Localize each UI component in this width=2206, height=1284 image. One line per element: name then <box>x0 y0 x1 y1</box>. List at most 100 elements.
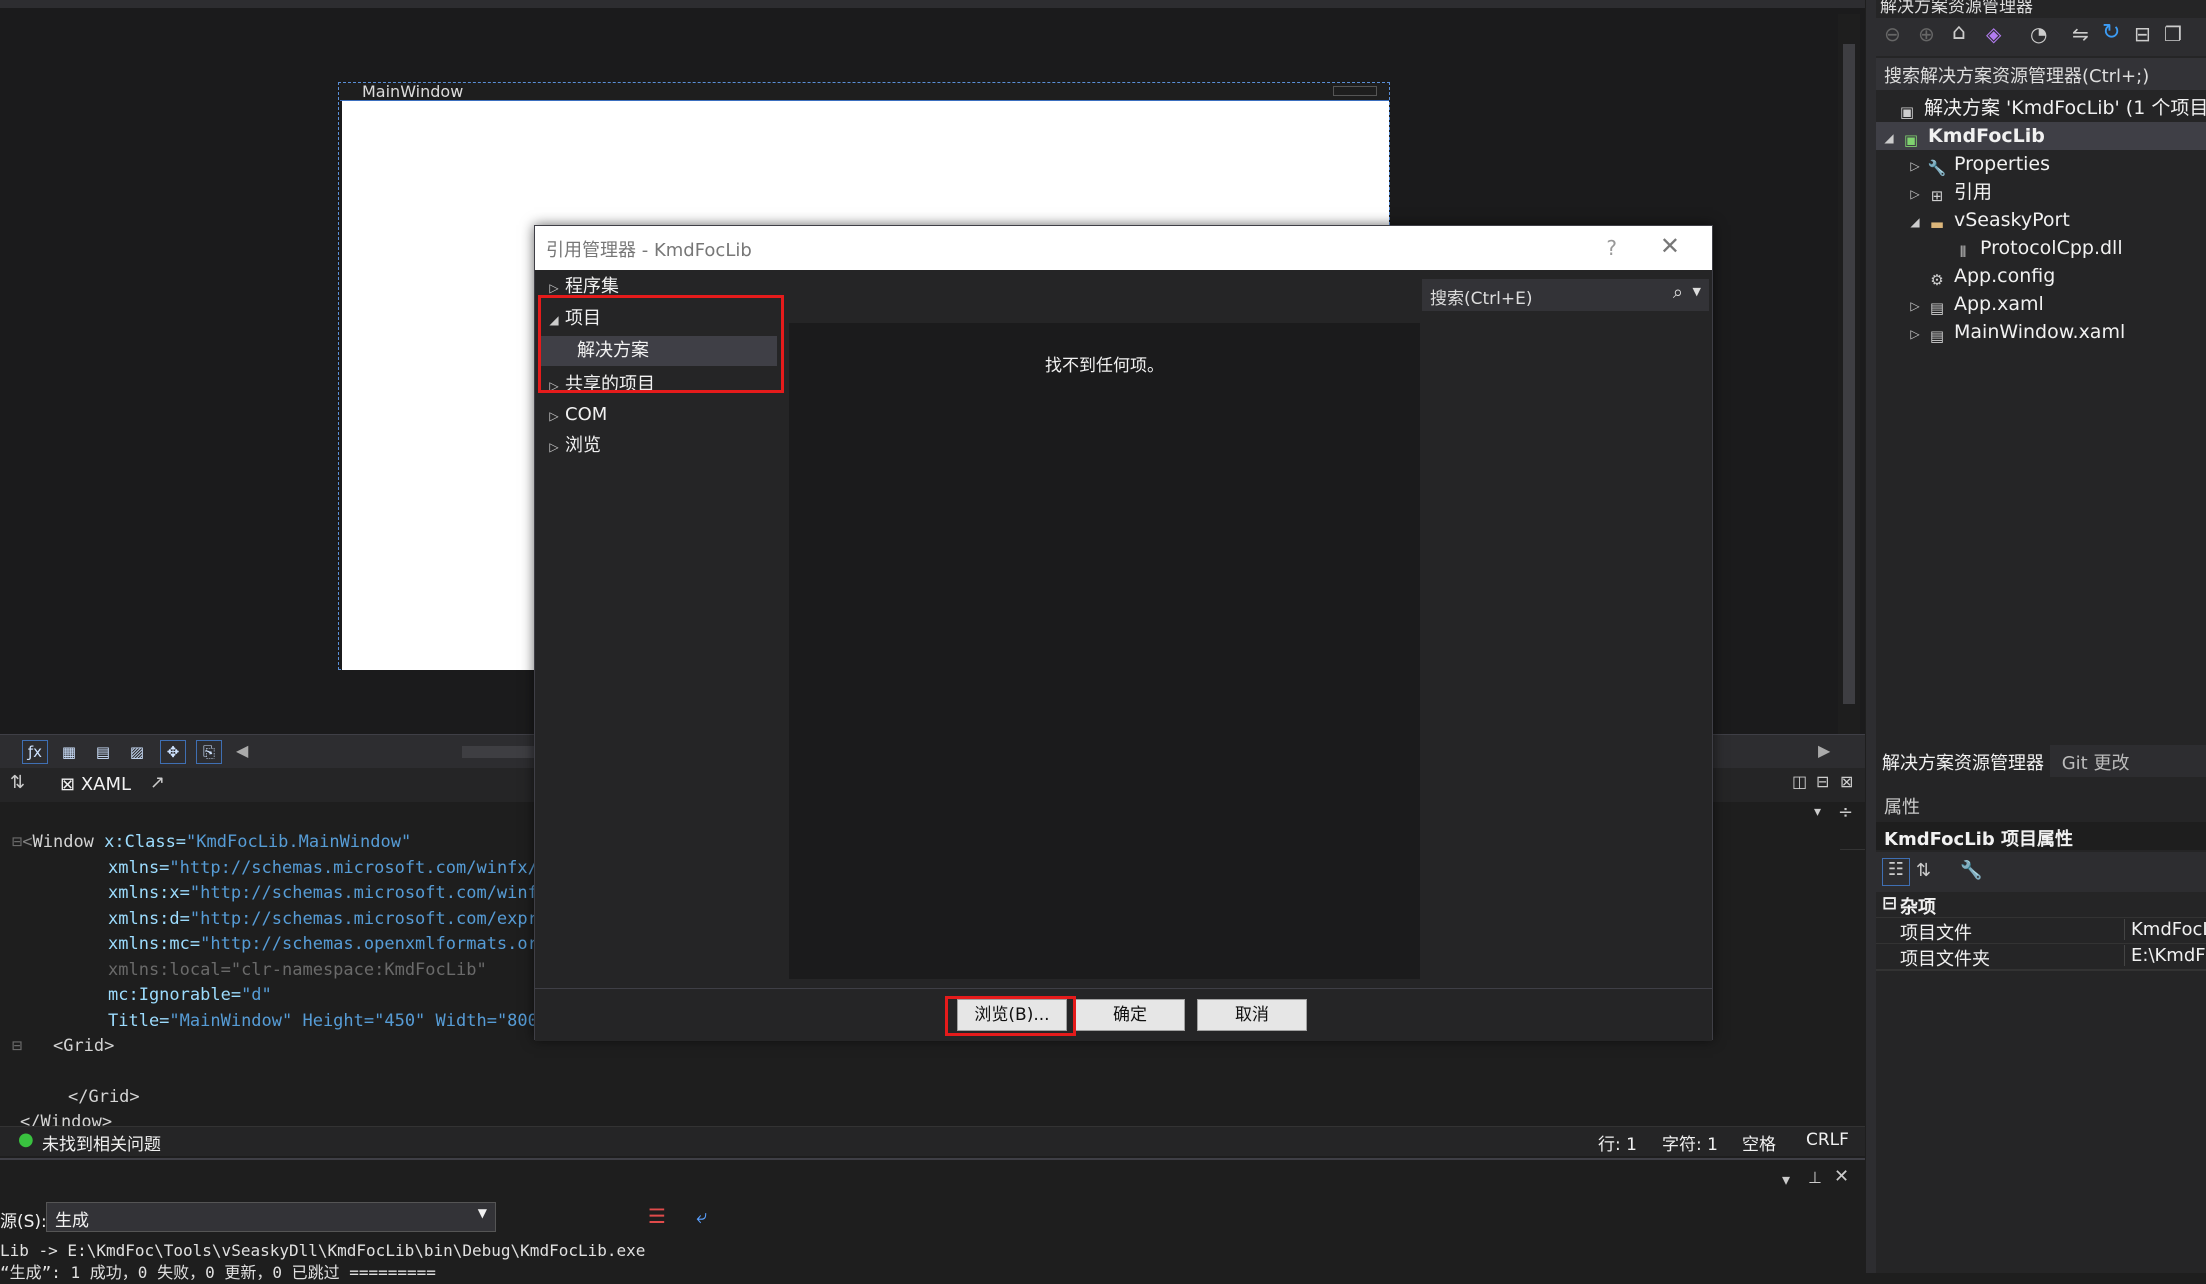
tree-item-mainwindow[interactable]: ▷ ▤ MainWindow.xaml <box>1876 318 2206 346</box>
forward-icon[interactable]: ⊕ <box>1918 22 1935 46</box>
nav-com[interactable]: ▷ COM <box>545 400 607 430</box>
property-pages-icon[interactable]: 🔧 <box>1960 860 1982 881</box>
vs-switch-view-icon[interactable]: ◈ <box>1986 22 2001 46</box>
output-source-value: 生成 <box>55 1211 89 1231</box>
word-wrap-icon[interactable]: ⤶ <box>696 1204 707 1228</box>
output-line: “生成”: 1 成功，0 失败，0 更新，0 已跳过 ========= <box>0 1263 436 1282</box>
tab-solution-explorer[interactable]: 解决方案资源管理器 <box>1876 745 2050 779</box>
snap-grid-icon[interactable]: ▤ <box>90 740 116 764</box>
sync-icon[interactable]: ⇋ <box>2072 22 2089 46</box>
nav-browse[interactable]: ▷ 浏览 <box>545 431 601 461</box>
tree-item-appxaml[interactable]: ▷ ▤ App.xaml <box>1876 290 2206 318</box>
window-caption-buttons-icon <box>1333 86 1377 96</box>
collapse-pane-icon[interactable]: ⊠ <box>1840 772 1853 791</box>
chevron-down-icon[interactable]: ▼ <box>1693 285 1701 298</box>
properties-grid: ⊟杂项 项目文件 KmdFocL 项目文件夹 E:\KmdFo <box>1876 892 2206 970</box>
property-category[interactable]: ⊟ 杂项 <box>1876 892 2206 918</box>
grid-icon[interactable]: ▦ <box>56 740 82 764</box>
reference-list[interactable]: 找不到任何项。 <box>789 323 1420 979</box>
horizontal-scroll-thumb[interactable] <box>462 746 537 758</box>
tree-item-folder[interactable]: ◢ ▬ vSeaskyPort <box>1876 206 2206 234</box>
tree-item-solution[interactable]: ▣ 解决方案 'KmdFocLib' (1 个项目, <box>1876 94 2206 122</box>
xaml-file-icon: ▤ <box>1929 299 1945 317</box>
reference-search-input[interactable]: 搜索(Ctrl+E) ⌕ ▼ <box>1422 279 1709 311</box>
swap-panes-icon[interactable]: ⇅ <box>10 772 25 793</box>
close-icon[interactable]: ✕ <box>1660 232 1680 260</box>
expanded-arrow-icon[interactable]: ◢ <box>1904 208 1926 236</box>
output-text: Lib -> E:\KmdFoc\Tools\vSeaskyDll\KmdFoc… <box>0 1240 645 1284</box>
tree-item-label: 引用 <box>1954 181 1993 203</box>
split-horizontal-icon[interactable]: ⊟ <box>1816 772 1829 791</box>
references-icon: ⊞ <box>1930 187 1944 205</box>
property-key: 项目文件夹 <box>1900 949 1990 970</box>
empty-message: 找不到任何项。 <box>1045 356 1164 376</box>
dialog-titlebar[interactable]: 引用管理器 - KmdFocLib ? ✕ <box>535 226 1712 270</box>
spaces-indicator[interactable]: 空格 <box>1742 1130 1776 1155</box>
code-line: </Grid> <box>68 1087 140 1107</box>
categorized-icon[interactable]: ☷ <box>1882 858 1910 886</box>
cancel-button[interactable]: 取消 <box>1197 999 1307 1031</box>
help-icon[interactable]: ? <box>1606 236 1617 260</box>
panel-splitter[interactable] <box>1866 0 1876 1273</box>
show-all-files-icon[interactable]: ❐ <box>2164 22 2182 46</box>
alphabetical-icon[interactable]: ⇅ <box>1916 860 1931 881</box>
expanded-arrow-icon[interactable]: ◢ <box>1878 124 1900 152</box>
snap-lines-icon[interactable]: ✥ <box>160 740 186 764</box>
tree-item-references[interactable]: ▷ ⊞ 引用 <box>1876 178 2206 206</box>
search-icon: ⌕ <box>1672 282 1683 303</box>
wrench-icon: 🔧 <box>1927 159 1947 177</box>
solution-tree: ▣ 解决方案 'KmdFocLib' (1 个项目, ◢ ▣ KmdFocLib ▷ 🔧… <box>1876 94 2206 346</box>
mainwindow-title: MainWindow <box>362 82 464 101</box>
code-line: mc:Ignorable="d" <box>108 985 272 1005</box>
highlight-box-projects <box>538 295 784 393</box>
dialog-title: 引用管理器 - KmdFocLib <box>546 240 752 261</box>
solution-explorer-title: 解决方案资源管理器 <box>1880 0 2033 17</box>
collapsed-arrow-icon[interactable]: ▷ <box>1904 292 1926 320</box>
collapsed-arrow-icon[interactable]: ▷ <box>1904 152 1926 180</box>
ok-button[interactable]: 确定 <box>1075 999 1185 1031</box>
tab-xaml[interactable]: ⊠ XAML <box>60 774 131 795</box>
property-row[interactable]: 项目文件 KmdFocL <box>1876 918 2206 944</box>
clear-all-icon[interactable]: ☰ <box>648 1204 666 1228</box>
tree-item-properties[interactable]: ▷ 🔧 Properties <box>1876 150 2206 178</box>
code-line: ⊟ <Grid> <box>12 1036 115 1056</box>
collapse-icon[interactable]: ⊟ <box>1882 893 1897 914</box>
pin-icon[interactable]: ⊥ <box>1808 1168 1822 1187</box>
dropdown-chevron-icon[interactable]: ▾ <box>1782 1170 1790 1189</box>
close-icon[interactable]: ✕ <box>1834 1166 1849 1187</box>
tree-item-appconfig[interactable]: ⚙ App.config <box>1876 262 2206 290</box>
back-icon[interactable]: ⊖ <box>1884 22 1901 46</box>
device-icon[interactable]: ⎘ <box>196 740 222 764</box>
solution-explorer-search[interactable]: 搜索解决方案资源管理器(Ctrl+;) <box>1876 58 2206 90</box>
char-indicator[interactable]: 字符: 1 <box>1662 1130 1718 1155</box>
tab-git-changes[interactable]: Git 更改 <box>2056 745 2136 779</box>
mainwindow-titlebar[interactable]: MainWindow <box>340 82 1389 101</box>
issues-status[interactable]: 未找到相关问题 <box>42 1130 161 1155</box>
history-icon[interactable]: ◔ <box>2030 22 2047 46</box>
dropdown-chevron-icon[interactable]: ▾ <box>1814 804 1821 820</box>
tree-item-dll[interactable]: ⫴ ProtocolCpp.dll <box>1876 234 2206 262</box>
split-editor-icon[interactable]: ÷ <box>1838 802 1853 823</box>
scroll-left-icon[interactable]: ◀ <box>236 741 248 760</box>
collapsed-arrow-icon[interactable]: ▷ <box>1904 320 1926 348</box>
nav-label: COM <box>565 404 608 425</box>
refresh-icon[interactable]: ↻ <box>2102 20 2120 45</box>
output-source-select[interactable]: 生成 ▼ <box>46 1202 496 1232</box>
popout-icon[interactable]: ↗ <box>150 772 165 793</box>
collapse-all-icon[interactable]: ⊟ <box>2134 22 2151 46</box>
home-icon[interactable]: ⌂ <box>1952 20 1966 45</box>
line-indicator[interactable]: 行: 1 <box>1598 1130 1637 1155</box>
tree-item-project[interactable]: ◢ ▣ KmdFocLib <box>1876 122 2206 150</box>
tree-item-label: MainWindow.xaml <box>1954 321 2126 343</box>
eol-indicator[interactable]: CRLF <box>1806 1130 1849 1150</box>
split-vertical-icon[interactable]: ◫ <box>1792 772 1807 791</box>
property-row[interactable]: 项目文件夹 E:\KmdFo <box>1876 944 2206 970</box>
designer-vertical-scrollbar[interactable] <box>1838 14 1860 734</box>
properties-object-name[interactable]: KmdFocLib 项目属性 <box>1876 822 2206 850</box>
scroll-right-icon[interactable]: ▶ <box>1818 741 1830 760</box>
reference-manager-dialog: 引用管理器 - KmdFocLib ? ✕ ▷ 程序集 ◢ 项目 解决方案 ▷ 共享的… <box>534 225 1713 1041</box>
fx-icon[interactable]: ƒx <box>22 740 48 764</box>
collapsed-arrow-icon[interactable]: ▷ <box>1904 180 1926 208</box>
tree-item-label: App.xaml <box>1954 293 2044 315</box>
artboard-icon[interactable]: ▨ <box>124 740 150 764</box>
